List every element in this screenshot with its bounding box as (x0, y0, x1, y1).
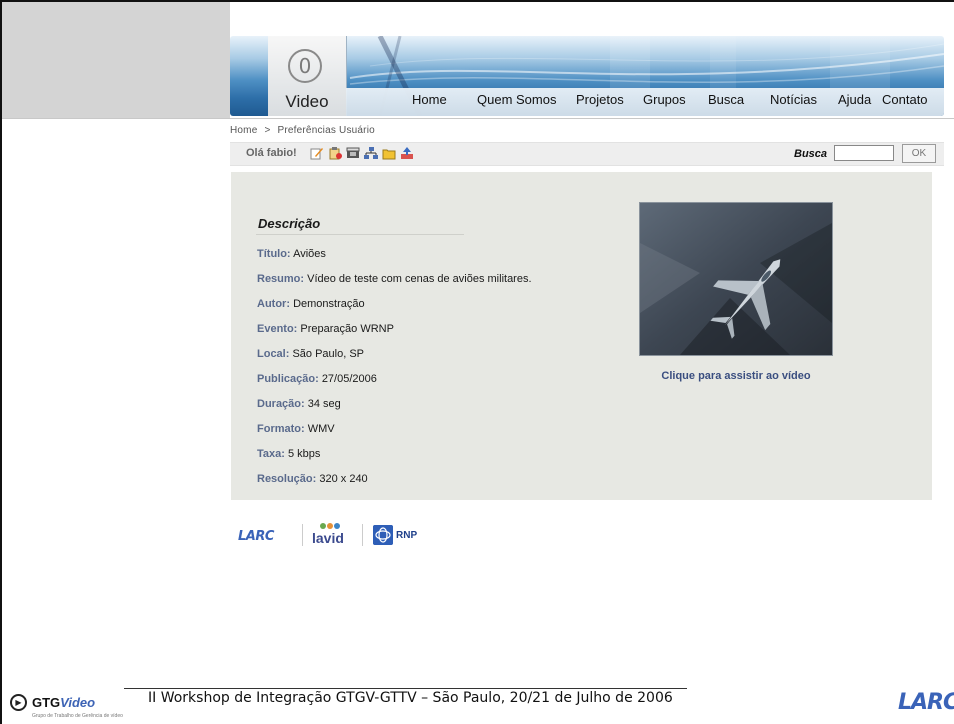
upload-icon[interactable] (400, 147, 414, 160)
field-label: Formato: (257, 423, 305, 435)
site-logo[interactable]: 0 Video (268, 36, 347, 116)
nav-projetos[interactable]: Projetos (576, 92, 624, 107)
gtgvideo-subtitle: Grupo de Trabalho de Gerência de vídeo (32, 713, 123, 719)
field-value: Vídeo de teste com cenas de aviões milit… (307, 273, 532, 285)
field-resumo: Resumo: Vídeo de teste com cenas de aviõ… (257, 273, 532, 285)
gtgvideo-logo: ▶ GTGVideo Grupo de Trabalho de Gerência… (10, 694, 130, 724)
play-icon: ▶ (10, 694, 27, 711)
field-value: 320 x 240 (319, 473, 368, 485)
nav-ajuda[interactable]: Ajuda (838, 92, 871, 107)
field-label: Local: (257, 348, 290, 360)
breadcrumb-current: Preferências Usuário (277, 125, 375, 136)
lavid-logo: lavid (312, 530, 344, 546)
field-label: Evento: (257, 323, 298, 335)
nav-grupos[interactable]: Grupos (643, 92, 686, 107)
nav-busca[interactable]: Busca (708, 92, 744, 107)
field-label: Publicação: (257, 373, 319, 385)
field-formato: Formato: WMV (257, 423, 335, 435)
field-local: Local: São Paulo, SP (257, 348, 364, 360)
search-label: Busca (794, 148, 828, 160)
field-evento: Evento: Preparação WRNP (257, 323, 394, 335)
user-toolbar: Olá fabio! Busca OK (230, 142, 944, 166)
search-ok-button[interactable]: OK (902, 144, 936, 163)
partner-separator (362, 524, 363, 546)
slide-corner-block (2, 2, 230, 118)
site-banner: 0 Video Home Quem Somos Projetos Grupos … (230, 36, 944, 116)
breadcrumb-home[interactable]: Home (230, 125, 257, 136)
field-duracao: Duração: 34 seg (257, 398, 341, 410)
field-value: 34 seg (307, 398, 341, 410)
nav-noticias[interactable]: Notícias (770, 92, 817, 107)
watch-video-link[interactable]: Clique para assistir ao vídeo (619, 370, 853, 382)
logo-zero-icon: 0 (288, 49, 322, 83)
edit-icon[interactable] (310, 147, 324, 160)
gtgvideo-wordmark: GTGVideo (32, 695, 95, 710)
video-thumbnail[interactable] (639, 202, 833, 356)
description-divider (256, 234, 464, 235)
field-publicacao: Publicação: 27/05/2006 (257, 373, 377, 385)
slide-divider (2, 118, 954, 119)
lavid-dots-icon (320, 523, 340, 529)
field-value: Demonstração (293, 298, 365, 310)
field-label: Duração: (257, 398, 305, 410)
field-taxa: Taxa: 5 kbps (257, 448, 320, 460)
rnp-logo: RNP (373, 525, 443, 547)
breadcrumb-separator: > (264, 125, 271, 136)
footer-rule (124, 688, 687, 689)
video-text: Video (60, 695, 96, 710)
clipboard-icon[interactable] (328, 147, 342, 160)
rnp-text: RNP (396, 530, 418, 541)
gtg-text: GTG (32, 695, 61, 710)
sitemap-icon[interactable] (364, 147, 378, 160)
field-label: Taxa: (257, 448, 285, 460)
film-icon[interactable] (346, 147, 360, 160)
breadcrumb: Home > Preferências Usuário (230, 125, 375, 136)
search-input[interactable] (834, 145, 894, 161)
field-resolucao: Resolução: 320 x 240 (257, 473, 368, 485)
field-autor: Autor: Demonstração (257, 298, 365, 310)
field-label: Resolução: (257, 473, 317, 485)
logo-word: Video (285, 92, 329, 111)
field-value: Aviões (293, 248, 326, 260)
nav-home[interactable]: Home (412, 92, 447, 107)
nav-quem-somos[interactable]: Quem Somos (477, 92, 556, 107)
nav-contato[interactable]: Contato (882, 92, 928, 107)
jet-image (640, 203, 832, 355)
field-value: 27/05/2006 (321, 373, 377, 385)
rnp-globe-icon (373, 525, 393, 545)
user-greeting: Olá fabio! (246, 147, 297, 159)
field-label: Título: (257, 248, 291, 260)
field-value: WMV (307, 423, 335, 435)
field-titulo: Título: Aviões (257, 248, 326, 260)
folder-icon[interactable] (382, 147, 396, 160)
larc-logo: LARC (238, 529, 274, 544)
field-value: 5 kbps (287, 448, 321, 460)
field-label: Autor: (257, 298, 290, 310)
field-value: São Paulo, SP (292, 348, 365, 360)
footer-larc-logo: LARC (898, 690, 954, 715)
description-heading: Descrição (258, 216, 321, 231)
field-value: Preparação WRNP (300, 323, 394, 335)
video-detail-panel: Descrição Título: Aviões Resumo: Vídeo d… (231, 172, 932, 500)
partner-separator (302, 524, 303, 546)
footer-caption: II Workshop de Integração GTGV-GTTV – Sã… (148, 690, 673, 706)
field-label: Resumo: (257, 273, 305, 285)
